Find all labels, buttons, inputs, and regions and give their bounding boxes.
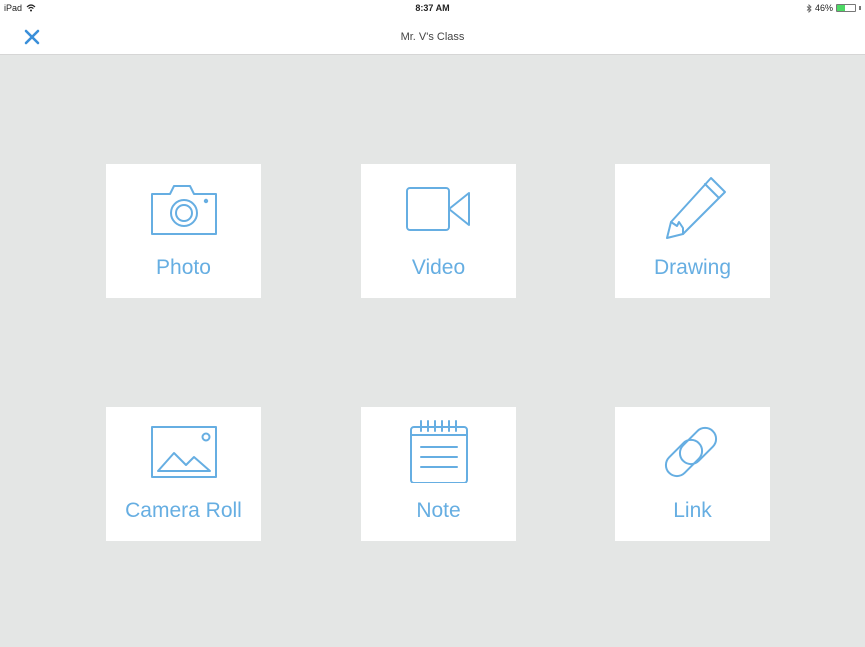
battery-level <box>837 5 846 11</box>
link-icon <box>615 423 770 483</box>
camera-icon <box>106 180 261 238</box>
video-option[interactable]: Video <box>361 164 516 298</box>
photo-label: Photo <box>156 256 211 279</box>
camera-roll-label: Camera Roll <box>125 499 242 522</box>
camera-roll-option[interactable]: Camera Roll <box>106 407 261 541</box>
drawing-option[interactable]: Drawing <box>615 164 770 298</box>
link-option[interactable]: Link <box>615 407 770 541</box>
nav-bar: Mr. V's Class <box>0 18 865 55</box>
page-title: Mr. V's Class <box>400 31 465 43</box>
link-label: Link <box>673 499 712 522</box>
status-time: 8:37 AM <box>415 3 450 13</box>
status-bar: iPad 8:37 AM 46% <box>0 0 865 18</box>
image-icon <box>106 423 261 481</box>
video-camera-icon <box>361 180 516 238</box>
video-label: Video <box>411 256 466 279</box>
status-right: 46% <box>806 3 861 13</box>
drawing-label: Drawing <box>653 256 732 279</box>
app-screen: iPad 8:37 AM 46% Mr. V's Class Photo Vid… <box>0 0 865 647</box>
notepad-icon <box>361 420 516 483</box>
battery-percent: 46% <box>814 3 833 13</box>
pencil-icon <box>615 177 770 240</box>
bluetooth-icon <box>806 3 812 13</box>
photo-option[interactable]: Photo <box>106 164 261 298</box>
note-option[interactable]: Note <box>361 407 516 541</box>
battery-icon <box>836 4 856 12</box>
note-label: Note <box>416 499 461 522</box>
battery-tip <box>859 6 861 10</box>
